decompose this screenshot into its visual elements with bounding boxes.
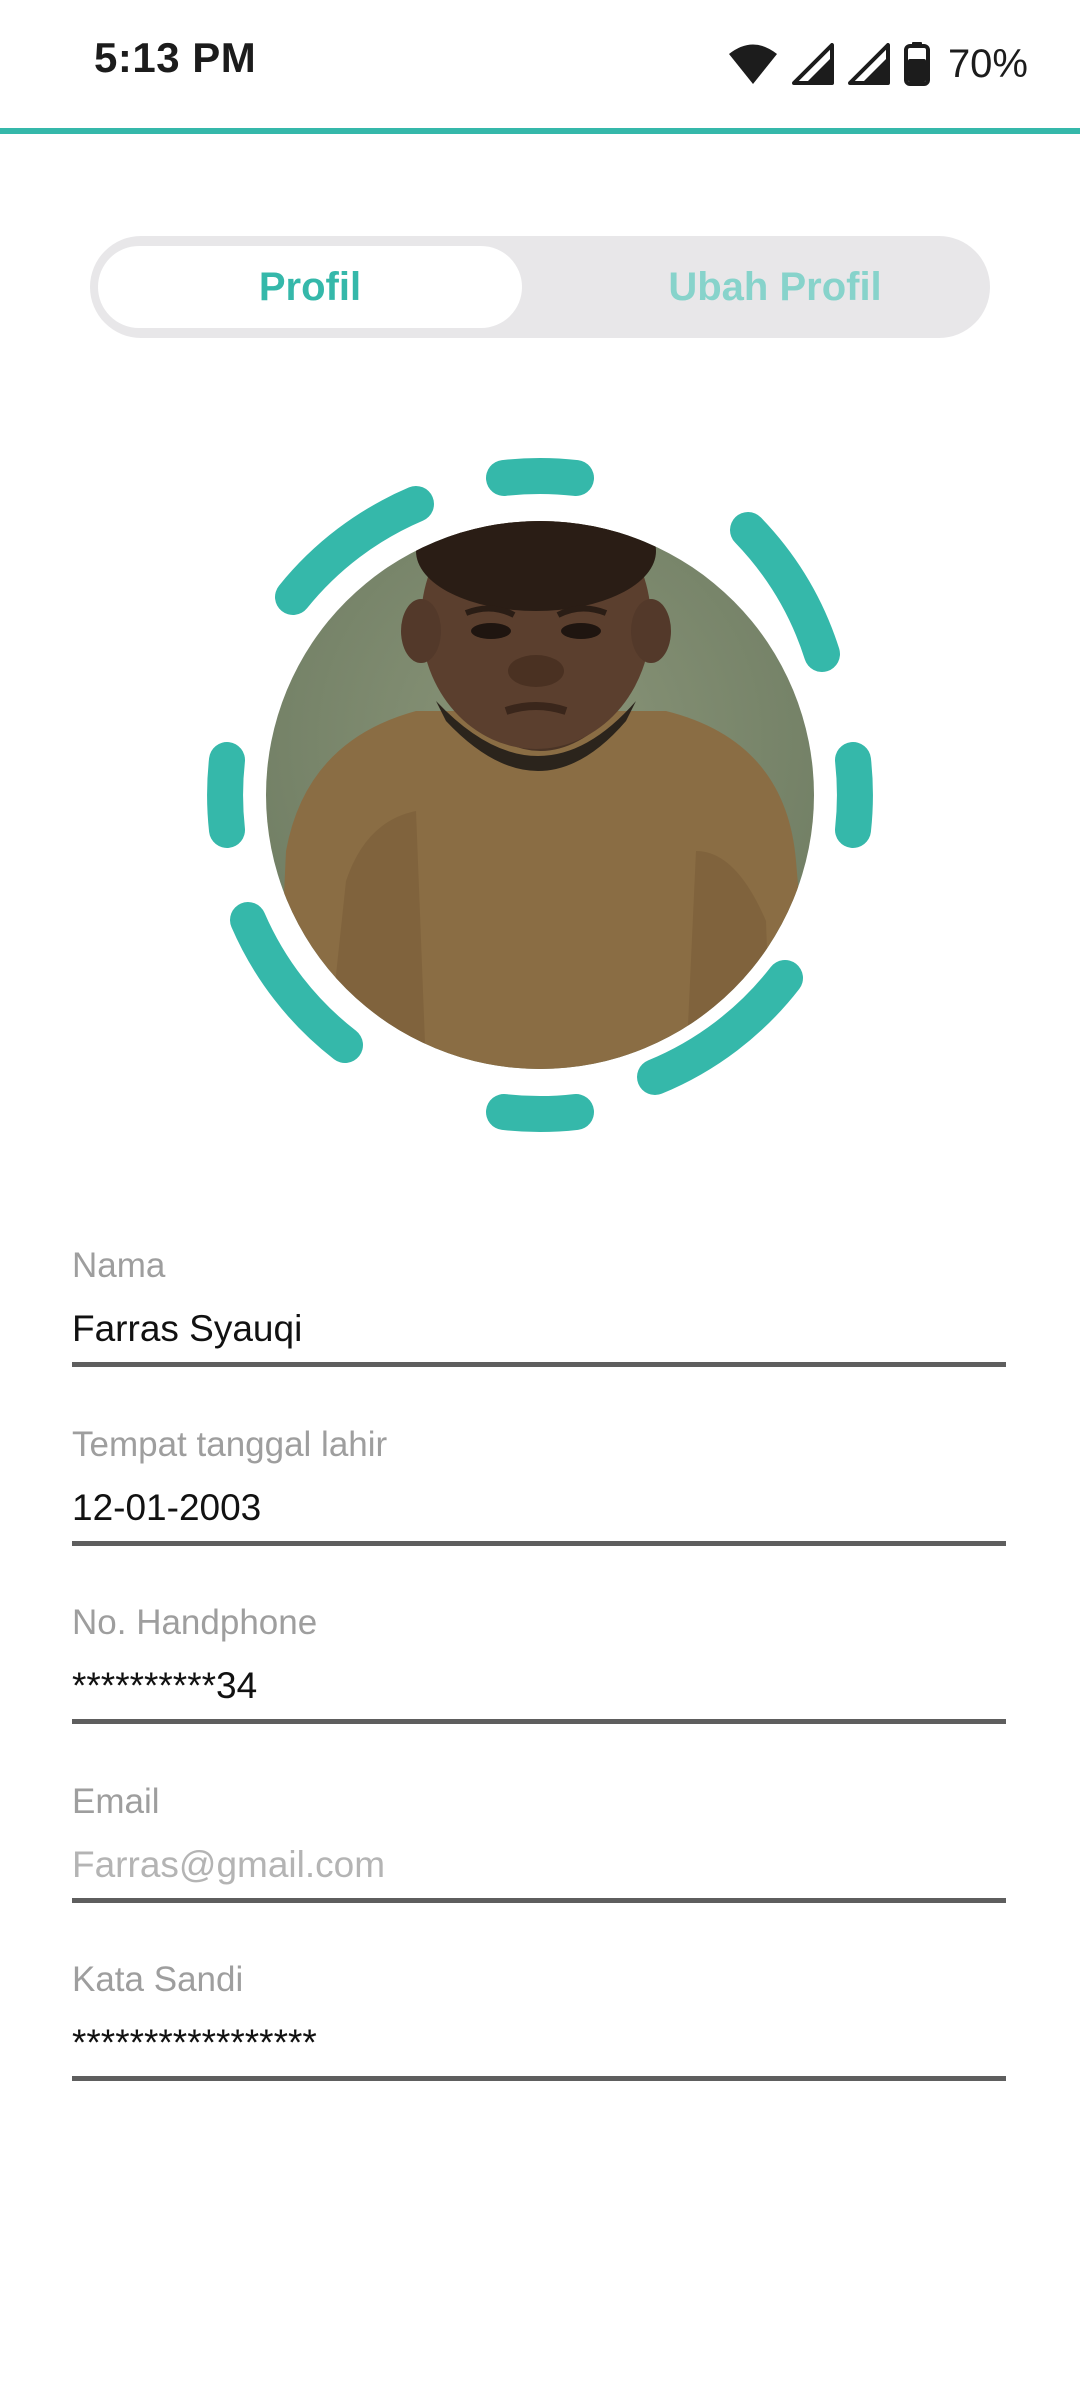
email-underline: [72, 1898, 1006, 1903]
battery-percent: 70%: [947, 41, 1028, 86]
status-time: 5:13 PM: [94, 34, 257, 81]
phone-label: No. Handphone: [72, 1603, 318, 1642]
name-field[interactable]: Nama Farras Syauqi: [72, 1246, 1006, 1372]
status-bar: 5:13 PM 70%: [0, 0, 1080, 128]
password-underline: [72, 2076, 1006, 2081]
birth-field[interactable]: Tempat tanggal lahir 12-01-2003: [72, 1425, 1006, 1551]
profile-tab-switcher: Profil Ubah Profil: [90, 236, 990, 338]
signal-icon: [847, 43, 890, 85]
profile-screen: 5:13 PM 70% Profil Ubah Profil Nama Farr…: [0, 0, 1080, 2400]
name-value: Farras Syauqi: [72, 1308, 303, 1349]
birth-label: Tempat tanggal lahir: [72, 1425, 388, 1464]
password-field[interactable]: Kata Sandi *****************: [72, 1960, 1006, 2086]
signal-icon: [791, 43, 834, 85]
wifi-icon: [728, 43, 778, 85]
tab-profile[interactable]: Profil: [98, 246, 522, 328]
battery-icon: [903, 42, 930, 86]
phone-underline: [72, 1719, 1006, 1724]
header-divider: [0, 128, 1080, 134]
email-field[interactable]: Email Farras@gmail.com: [72, 1782, 1006, 1908]
birth-underline: [72, 1541, 1006, 1546]
password-value: *****************: [72, 2022, 317, 2063]
tab-edit-profile[interactable]: Ubah Profil: [560, 236, 990, 338]
email-value: Farras@gmail.com: [72, 1844, 386, 1885]
email-label: Email: [72, 1782, 160, 1821]
status-icons: 70%: [728, 36, 1028, 92]
phone-field[interactable]: No. Handphone **********34: [72, 1603, 1006, 1729]
name-label: Nama: [72, 1246, 166, 1285]
birth-value: 12-01-2003: [72, 1487, 262, 1528]
phone-value: **********34: [72, 1665, 258, 1706]
password-label: Kata Sandi: [72, 1960, 244, 1999]
name-underline: [72, 1362, 1006, 1367]
avatar[interactable]: [200, 455, 880, 1135]
avatar-photo: [266, 521, 814, 1069]
